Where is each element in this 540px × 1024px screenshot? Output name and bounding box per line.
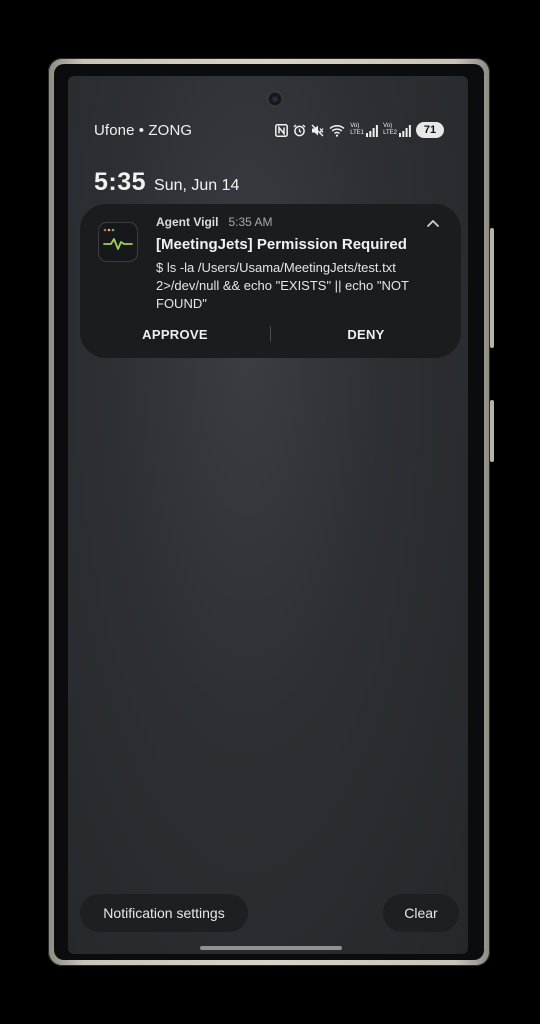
notification-title: [MeetingJets] Permission Required <box>156 236 407 253</box>
home-gesture-bar[interactable] <box>200 946 342 950</box>
alarm-icon <box>293 124 306 137</box>
status-bar: Ufone • ZONG Vo) LTE1 Vo) LTE2 71 <box>94 118 444 142</box>
notification-settings-button[interactable]: Notification settings <box>80 894 248 932</box>
bezel: Ufone • ZONG Vo) LTE1 Vo) LTE2 71 5:35 S… <box>54 64 484 960</box>
volte-lte2-signal-icon: Vo) LTE2 <box>383 123 411 137</box>
notification-time: 5:35 AM <box>228 215 273 229</box>
notification-card[interactable]: Agent Vigil 5:35 AM [MeetingJets] Permis… <box>80 204 461 358</box>
lte2-label: LTE2 <box>383 130 397 136</box>
approve-button[interactable]: APPROVE <box>80 327 270 342</box>
chevron-up-icon[interactable] <box>423 214 443 234</box>
volte-label: Vo) <box>350 123 360 129</box>
deny-button[interactable]: DENY <box>271 327 461 342</box>
lockscreen-clock: 5:35 Sun, Jun 14 <box>94 168 239 197</box>
battery-indicator: 71 <box>416 122 444 138</box>
lte1-label: LTE1 <box>350 130 365 136</box>
activity-monitor-icon <box>98 222 138 262</box>
power-button <box>490 400 494 462</box>
lock-screen: Ufone • ZONG Vo) LTE1 Vo) LTE2 71 5:35 S… <box>68 76 468 954</box>
volte-lte1-signal-icon: Vo) LTE1 <box>350 123 378 137</box>
clock-time: 5:35 <box>94 168 147 196</box>
volume-button <box>490 228 494 348</box>
status-icons: Vo) LTE1 Vo) LTE2 71 <box>275 122 444 138</box>
notification-actions: APPROVE DENY <box>80 322 461 346</box>
notification-app-name: Agent Vigil <box>156 215 219 229</box>
wifi-icon <box>329 124 345 137</box>
mute-icon <box>311 124 324 137</box>
carrier-label: Ufone • ZONG <box>94 121 193 139</box>
phone-frame: Ufone • ZONG Vo) LTE1 Vo) LTE2 71 5:35 S… <box>48 58 494 966</box>
clock-date: Sun, Jun 14 <box>154 177 240 194</box>
front-camera <box>267 91 283 107</box>
notification-body: $ ls -la /Users/Usama/MeetingJets/test.t… <box>156 260 409 311</box>
clear-button[interactable]: Clear <box>383 894 459 932</box>
notification-header: Agent Vigil 5:35 AM <box>156 215 272 229</box>
nfc-icon <box>275 123 289 137</box>
volte-label-2: Vo) <box>383 123 393 129</box>
